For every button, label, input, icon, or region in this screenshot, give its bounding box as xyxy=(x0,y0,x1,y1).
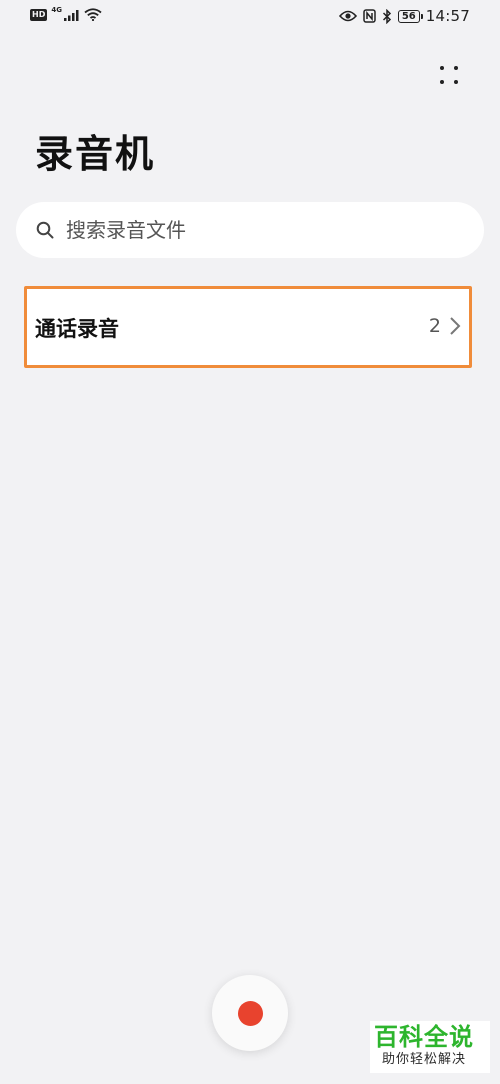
search-input[interactable] xyxy=(66,202,466,258)
chevron-right-icon xyxy=(450,317,461,335)
network-type: 4G xyxy=(51,5,62,14)
more-icon-dot xyxy=(440,80,444,84)
record-icon xyxy=(238,1001,263,1026)
record-button[interactable] xyxy=(212,975,288,1051)
eye-icon xyxy=(338,10,357,22)
watermark-title: 百科全说 xyxy=(374,1023,474,1051)
folder-count: 2 xyxy=(428,315,441,337)
more-options-button[interactable] xyxy=(432,58,466,92)
more-icon xyxy=(440,66,444,70)
nfc-icon xyxy=(363,9,376,23)
wifi-icon xyxy=(84,8,102,21)
folder-name: 通话录音 xyxy=(35,317,119,341)
signal-icon xyxy=(63,9,79,21)
status-left: HD 4G xyxy=(30,5,102,21)
status-bar: HD 4G 56 14:57 xyxy=(0,0,500,36)
status-right: 56 14:57 xyxy=(338,7,470,25)
hd-badge: HD xyxy=(30,8,48,21)
more-icon-dot xyxy=(454,80,458,84)
page-title: 录音机 xyxy=(35,132,156,176)
battery-icon: 56 xyxy=(397,9,423,23)
search-bar[interactable] xyxy=(16,202,484,258)
watermark-subtitle: 助你轻松解决 xyxy=(382,1052,467,1067)
watermark-logo: 百科全说 助你轻松解决 xyxy=(370,1021,490,1073)
folder-item-call-recordings[interactable]: 通话录音 2 xyxy=(24,286,472,368)
more-icon-dot xyxy=(454,66,458,70)
bluetooth-icon xyxy=(382,8,391,24)
search-icon xyxy=(36,221,54,239)
status-time: 14:57 xyxy=(425,7,470,25)
